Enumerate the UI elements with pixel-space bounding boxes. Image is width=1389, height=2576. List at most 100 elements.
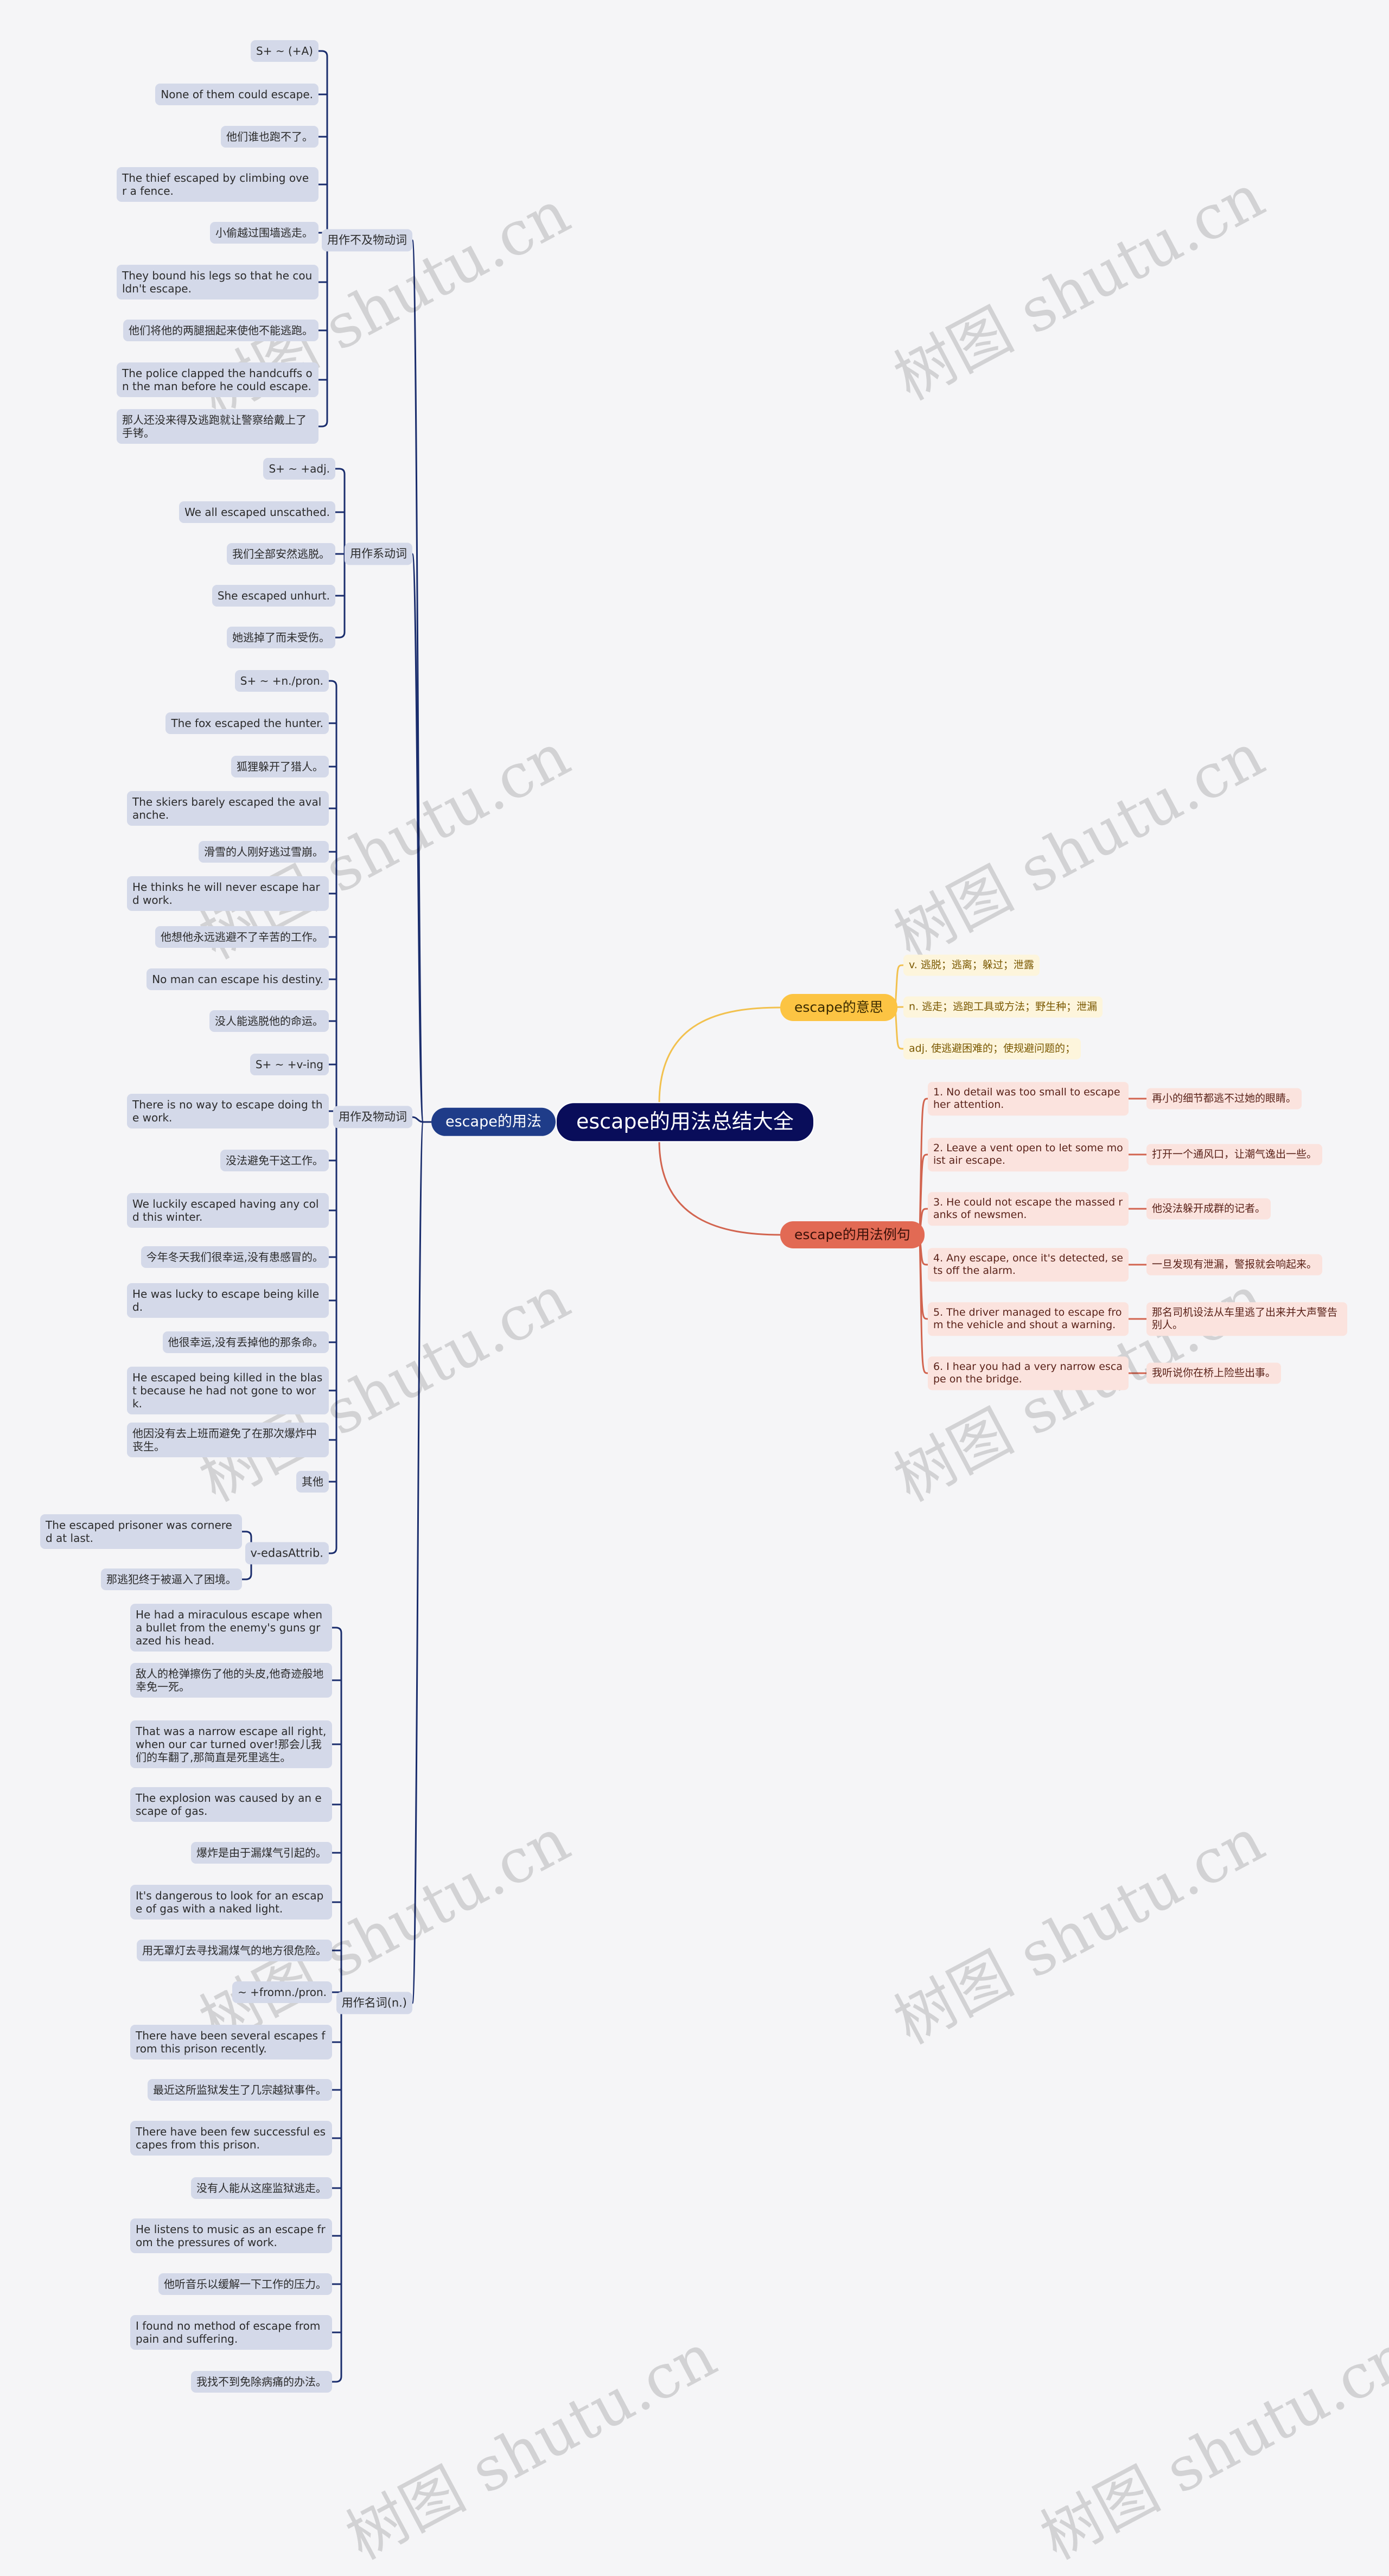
usage-leaf[interactable]: The skiers barely escaped the avalanche. xyxy=(127,791,329,826)
usage-leaf[interactable]: He listens to music as an escape from th… xyxy=(130,2218,332,2253)
trunk-connector xyxy=(412,1116,431,1123)
usage-leaf[interactable]: 狐狸躲开了猎人。 xyxy=(231,756,329,777)
example-branch xyxy=(919,1153,928,1235)
usage-leaf[interactable]: 没法避免干这工作。 xyxy=(220,1150,329,1171)
bracket-branch xyxy=(335,632,346,639)
meaning-item[interactable]: adj. 使逃避困难的；使规避问题的； xyxy=(903,1038,1081,1060)
example-branch xyxy=(919,1098,928,1235)
example-translation[interactable]: 再小的细节都逃不过她的眼睛。 xyxy=(1146,1088,1302,1110)
example-sentence[interactable]: 3. He could not escape the massed ranks … xyxy=(928,1192,1129,1226)
bracket-branch xyxy=(332,1627,342,1634)
trunk-connector xyxy=(411,553,431,1123)
usage-leaf[interactable]: We luckily escaped having any cold this … xyxy=(127,1193,329,1228)
usage-leaf[interactable]: None of them could escape. xyxy=(155,84,318,105)
usage-leaf[interactable]: S+ ~ +v-ing xyxy=(250,1054,329,1075)
bracket-branch xyxy=(242,1573,252,1580)
usage-leaf[interactable]: 最近这所监狱发生了几宗越狱事件。 xyxy=(148,2079,332,2101)
example-translation[interactable]: 他没法躲开成群的记者。 xyxy=(1146,1198,1271,1220)
usage-leaf[interactable]: The police clapped the handcuffs on the … xyxy=(117,362,318,397)
usage-leaf[interactable]: 他想他永远逃避不了辛苦的工作。 xyxy=(155,926,329,948)
example-sentence[interactable]: 6. I hear you had a very narrow escape o… xyxy=(928,1356,1129,1390)
usage-group[interactable]: 用作及物动词 xyxy=(333,1106,412,1128)
usage-group[interactable]: 用作系动词 xyxy=(345,543,412,565)
usage-leaf[interactable]: 她逃掉了而未受伤。 xyxy=(227,627,335,648)
usage-leaf[interactable]: ~ +fromn./pron. xyxy=(232,1981,332,2003)
example-sentence[interactable]: 1. No detail was too small to escape her… xyxy=(928,1082,1129,1115)
usage-subgroup[interactable]: v-edasAttrib. xyxy=(245,1542,329,1565)
root-topic[interactable]: escape的用法总结大全 xyxy=(556,1102,814,1142)
usage-leaf[interactable]: 爆炸是由于漏煤气引起的。 xyxy=(191,1842,332,1864)
usage-leaf[interactable]: 其他 xyxy=(296,1471,329,1493)
usage-leaf[interactable]: He was lucky to escape being killed. xyxy=(127,1283,329,1318)
bracket-branch xyxy=(318,50,328,57)
watermark: 树图 shutu.cn xyxy=(189,1805,581,2058)
usage-leaf[interactable]: S+ ~ +adj. xyxy=(263,458,335,480)
usage-leaf[interactable]: 我找不到免除病痛的办法。 xyxy=(191,2371,332,2393)
usage-leaf[interactable]: S+ ~ (+A) xyxy=(251,40,318,62)
usage-leaf[interactable]: 敌人的枪弹擦伤了他的头皮,他奇迹般地幸免一死。 xyxy=(130,1663,332,1698)
example-sentence[interactable]: 4. Any escape, once it's detected, sets … xyxy=(928,1248,1129,1281)
usage-leaf[interactable]: She escaped unhurt. xyxy=(212,585,335,607)
root-examples-connector xyxy=(658,1140,781,1236)
usage-leaf[interactable]: It's dangerous to look for an escape of … xyxy=(130,1885,332,1920)
usage-leaf[interactable]: 没人能逃脱他的命运。 xyxy=(209,1010,329,1032)
usage-leaf[interactable]: The explosion was caused by an escape of… xyxy=(130,1787,332,1822)
bracket-branch xyxy=(335,468,346,475)
usage-leaf[interactable]: There have been several escapes from thi… xyxy=(130,2025,332,2059)
watermark: 树图 shutu.cn xyxy=(883,719,1276,973)
usage-leaf[interactable]: 没有人能从这座监狱逃走。 xyxy=(191,2177,332,2199)
usage-leaf[interactable]: 他们谁也跑不了。 xyxy=(221,126,318,148)
branch-meaning[interactable]: escape的意思 xyxy=(780,994,897,1021)
usage-leaf[interactable]: 他听音乐以缓解一下工作的压力。 xyxy=(158,2273,332,2295)
usage-leaf[interactable]: 那逃犯终于被逼入了困境。 xyxy=(101,1568,242,1590)
bracket-branch xyxy=(329,680,337,687)
usage-leaf[interactable]: 他们将他的两腿捆起来使他不能逃跑。 xyxy=(123,320,318,341)
bracket-branch xyxy=(332,2376,342,2383)
usage-group[interactable]: 用作名词(n.) xyxy=(336,1992,412,2014)
example-branch xyxy=(919,1234,928,1374)
usage-leaf[interactable]: 那人还没来得及逃跑就让警察给戴上了手铐。 xyxy=(117,409,318,444)
usage-leaf[interactable]: The escaped prisoner was cornered at las… xyxy=(40,1514,242,1549)
watermark: 树图 shutu.cn xyxy=(1030,2320,1389,2574)
bracket-branch xyxy=(242,1531,252,1538)
example-translation[interactable]: 那名司机设法从车里逃了出来并大声警告别人。 xyxy=(1146,1302,1347,1336)
usage-leaf[interactable]: He had a miraculous escape when a bullet… xyxy=(130,1604,332,1652)
meaning-item[interactable]: v. 逃脱；逃离；躲过；泄露 xyxy=(903,954,1040,976)
trunk-connector xyxy=(411,239,431,1123)
watermark: 树图 shutu.cn xyxy=(883,1805,1276,2058)
usage-leaf[interactable]: There is no way to escape doing the work… xyxy=(127,1094,329,1128)
meaning-branch xyxy=(894,1007,904,1050)
usage-leaf[interactable]: 今年冬天我们很幸运,没有患感冒的。 xyxy=(141,1246,329,1268)
usage-leaf[interactable]: 他很幸运,没有丢掉他的那条命。 xyxy=(162,1331,329,1353)
root-meaning-connector xyxy=(658,1006,781,1104)
usage-leaf[interactable]: The thief escaped by climbing over a fen… xyxy=(117,167,318,202)
usage-leaf[interactable]: 小偷越过围墙逃走。 xyxy=(210,222,318,244)
example-translation[interactable]: 打开一个通风口，让潮气逸出一些。 xyxy=(1146,1144,1323,1165)
usage-leaf[interactable]: That was a narrow escape all right, when… xyxy=(130,1720,332,1768)
usage-leaf[interactable]: 滑雪的人刚好逃过雪崩。 xyxy=(199,841,329,863)
branch-usage[interactable]: escape的用法 xyxy=(431,1107,556,1137)
bracket-branch xyxy=(329,1547,337,1554)
branch-examples[interactable]: escape的用法例句 xyxy=(780,1221,925,1248)
usage-leaf[interactable]: They bound his legs so that he couldn't … xyxy=(117,265,318,299)
usage-leaf[interactable]: 我们全部安然逃脱。 xyxy=(227,543,335,565)
example-branch xyxy=(919,1234,928,1320)
usage-group[interactable]: 用作不及物动词 xyxy=(322,229,412,252)
example-sentence[interactable]: 5. The driver managed to escape from the… xyxy=(928,1302,1129,1336)
usage-leaf[interactable]: There have been few successful escapes f… xyxy=(130,2121,332,2156)
usage-leaf[interactable]: The fox escaped the hunter. xyxy=(165,712,329,734)
watermark: 树图 shutu.cn xyxy=(335,2320,728,2574)
bracket-branch xyxy=(318,420,328,428)
usage-leaf[interactable]: He thinks he will never escape hard work… xyxy=(127,876,329,911)
example-translation[interactable]: 一旦发现有泄漏，警报就会响起来。 xyxy=(1146,1254,1323,1276)
meaning-item[interactable]: n. 逃走；逃跑工具或方法；野生种；泄漏 xyxy=(903,996,1103,1018)
usage-leaf[interactable]: S+ ~ +n./pron. xyxy=(234,670,329,692)
example-sentence[interactable]: 2. Leave a vent open to let some moist a… xyxy=(928,1138,1129,1171)
usage-leaf[interactable]: No man can escape his destiny. xyxy=(146,968,329,990)
usage-leaf[interactable]: 用无罩灯去寻找漏煤气的地方很危险。 xyxy=(137,1940,332,1961)
usage-leaf[interactable]: We all escaped unscathed. xyxy=(179,501,335,523)
example-translation[interactable]: 我听说你在桥上险些出事。 xyxy=(1146,1362,1282,1384)
usage-leaf[interactable]: I found no method of escape from pain an… xyxy=(130,2315,332,2350)
usage-leaf[interactable]: 他因没有去上班而避免了在那次爆炸中丧生。 xyxy=(127,1423,329,1457)
usage-leaf[interactable]: He escaped being killed in the blast bec… xyxy=(127,1367,329,1414)
